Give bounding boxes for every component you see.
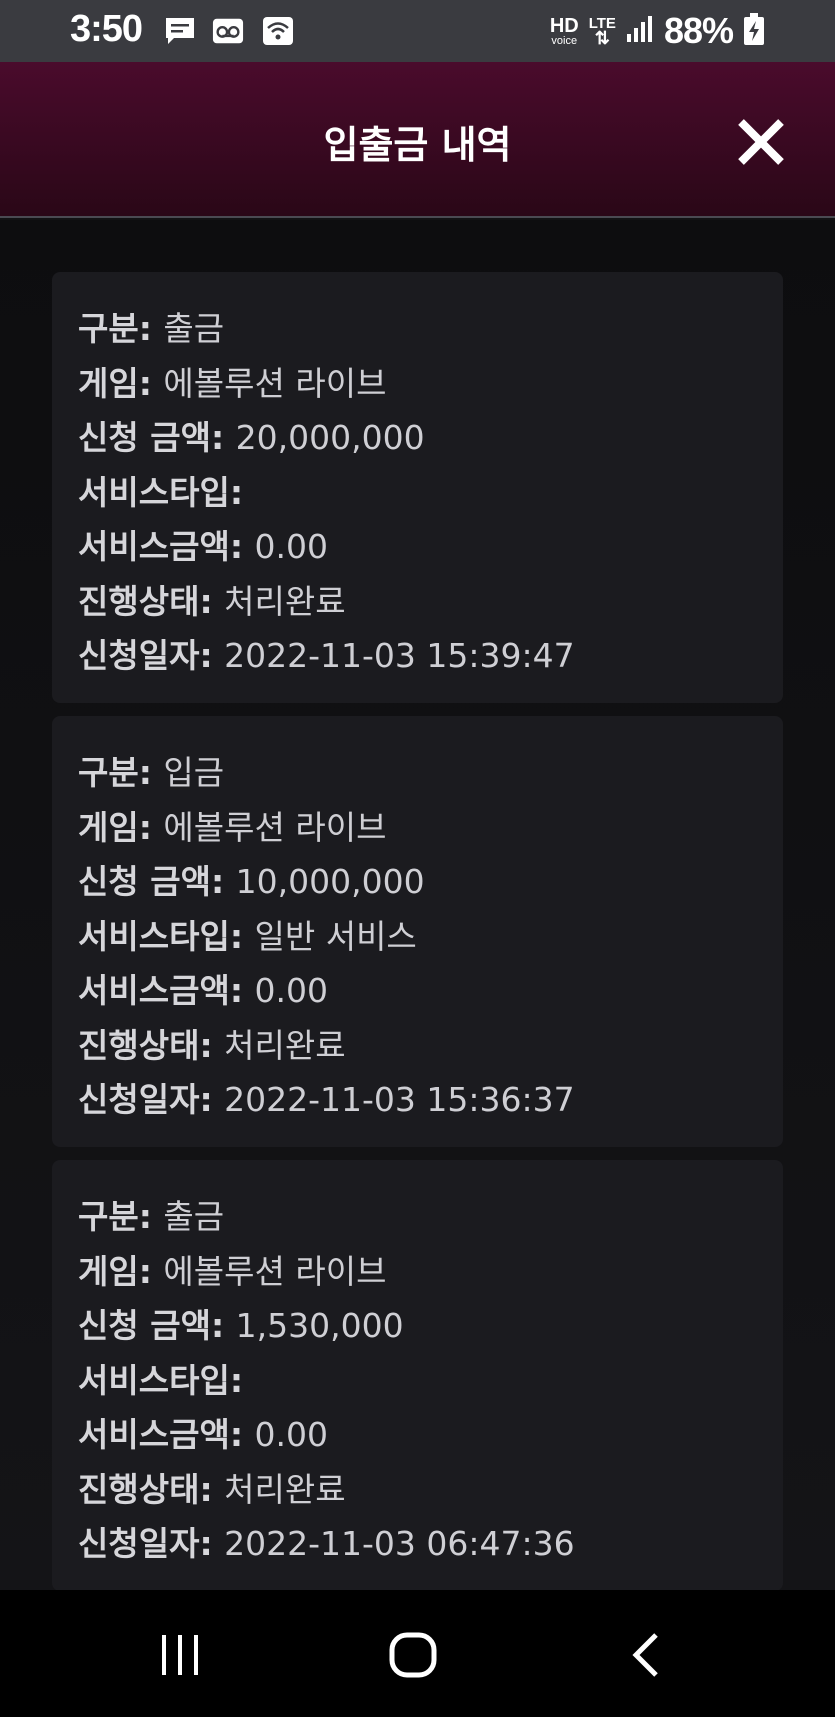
value-amount: 20,000,000 — [235, 418, 425, 457]
value-type: 출금 — [163, 1197, 225, 1236]
label-type: 구분 — [78, 753, 139, 792]
label-service-amount: 서비스금액 — [78, 1415, 230, 1454]
row-type: 구분: 입금 — [78, 753, 225, 792]
value-status: 처리완료 — [224, 1025, 346, 1065]
row-status: 진행상태: 처리완료 — [78, 1469, 346, 1509]
battery-charging-icon — [743, 12, 765, 50]
row-service-amount: 서비스금액: 0.00 — [78, 971, 328, 1010]
row-date: 신청일자: 2022-11-03 15:39:47 — [78, 636, 575, 675]
voicemail-icon — [212, 16, 244, 46]
label-date: 신청일자 — [78, 636, 200, 675]
value-service-type: 일반 서비스 — [254, 916, 417, 956]
hd-label: HD — [549, 14, 579, 37]
row-service-amount: 서비스금액: 0.00 — [78, 1415, 328, 1454]
status-right-icons: HD voice LTE ⇅ 88% — [550, 10, 765, 52]
lte-indicator: LTE ⇅ — [589, 16, 616, 47]
label-service-type: 서비스타입 — [78, 916, 230, 956]
row-amount: 신청 금액: 10,000,000 — [78, 862, 425, 901]
transaction-list[interactable]: 구분: 출금 게임: 에볼루션 라이브 신청 금액: 20,000,000 서비… — [0, 220, 835, 1590]
row-amount: 신청 금액: 20,000,000 — [78, 418, 425, 457]
value-service-amount: 0.00 — [254, 527, 328, 566]
wifi-calling-icon — [262, 16, 294, 46]
label-game: 게임 — [78, 1251, 139, 1291]
value-service-amount: 0.00 — [254, 971, 328, 1010]
system-nav-bar — [0, 1590, 835, 1717]
home-icon — [389, 1632, 437, 1678]
label-type: 구분 — [78, 309, 139, 348]
back-icon — [632, 1633, 658, 1677]
value-game: 에볼루션 라이브 — [163, 1251, 387, 1291]
row-game: 게임: 에볼루션 라이브 — [78, 1251, 387, 1291]
message-icon — [164, 16, 196, 46]
label-service-amount: 서비스금액 — [78, 971, 230, 1010]
row-date: 신청일자: 2022-11-03 06:47:36 — [78, 1524, 575, 1563]
label-date: 신청일자 — [78, 1524, 200, 1563]
row-service-type: 서비스타입: — [78, 472, 244, 512]
value-type: 출금 — [163, 309, 225, 348]
label-service-type: 서비스타입 — [78, 472, 230, 512]
transaction-card: 구분: 출금 게임: 에볼루션 라이브 신청 금액: 20,000,000 서비… — [52, 272, 783, 703]
label-amount: 신청 금액 — [78, 862, 211, 901]
label-service-amount: 서비스금액 — [78, 527, 230, 566]
page-title: 입출금 내역 — [323, 123, 512, 167]
close-button[interactable] — [735, 116, 787, 168]
row-game: 게임: 에볼루션 라이브 — [78, 807, 387, 847]
row-service-amount: 서비스금액: 0.00 — [78, 527, 328, 566]
status-time: 3:50 — [70, 8, 143, 50]
data-arrows-icon: ⇅ — [594, 27, 610, 48]
row-status: 진행상태: 처리완료 — [78, 581, 346, 621]
value-game: 에볼루션 라이브 — [163, 363, 387, 403]
label-amount: 신청 금액 — [78, 418, 211, 457]
label-game: 게임 — [78, 807, 139, 847]
label-amount: 신청 금액 — [78, 1306, 211, 1345]
value-date: 2022-11-03 15:39:47 — [224, 636, 575, 675]
label-service-type: 서비스타입 — [78, 1360, 230, 1400]
home-button[interactable] — [373, 1620, 453, 1690]
status-bar: 3:50 HD voice LTE ⇅ 88% — [0, 0, 835, 62]
label-status: 진행상태 — [78, 581, 200, 621]
value-status: 처리완료 — [224, 581, 346, 621]
value-date: 2022-11-03 06:47:36 — [224, 1524, 575, 1563]
transaction-card: 구분: 출금 게임: 에볼루션 라이브 신청 금액: 1,530,000 서비스… — [52, 1160, 783, 1590]
page-header: 입출금 내역 — [0, 62, 835, 218]
value-amount: 10,000,000 — [235, 862, 425, 901]
recent-apps-icon — [162, 1635, 198, 1675]
row-service-type: 서비스타입: 일반 서비스 — [78, 916, 417, 956]
value-amount: 1,530,000 — [235, 1306, 404, 1345]
value-date: 2022-11-03 15:36:37 — [224, 1080, 575, 1119]
row-game: 게임: 에볼루션 라이브 — [78, 363, 387, 403]
label-status: 진행상태 — [78, 1025, 200, 1065]
row-type: 구분: 출금 — [78, 309, 225, 348]
recent-apps-button[interactable] — [140, 1620, 220, 1690]
row-date: 신청일자: 2022-11-03 15:36:37 — [78, 1080, 575, 1119]
hd-voice-indicator: HD voice — [550, 16, 579, 47]
back-button[interactable] — [606, 1620, 686, 1690]
label-date: 신청일자 — [78, 1080, 200, 1119]
value-game: 에볼루션 라이브 — [163, 807, 387, 847]
row-status: 진행상태: 처리완료 — [78, 1025, 346, 1065]
close-icon — [738, 119, 784, 165]
label-status: 진행상태 — [78, 1469, 200, 1509]
transaction-card: 구분: 입금 게임: 에볼루션 라이브 신청 금액: 10,000,000 서비… — [52, 716, 783, 1147]
value-service-amount: 0.00 — [254, 1415, 328, 1454]
value-status: 처리완료 — [224, 1469, 346, 1509]
label-type: 구분 — [78, 1197, 139, 1236]
row-service-type: 서비스타입: — [78, 1360, 244, 1400]
signal-icon — [626, 14, 654, 48]
voice-label: voice — [551, 34, 578, 47]
value-type: 입금 — [163, 753, 225, 792]
row-type: 구분: 출금 — [78, 1197, 225, 1236]
row-amount: 신청 금액: 1,530,000 — [78, 1306, 404, 1345]
label-game: 게임 — [78, 363, 139, 403]
battery-percent: 88% — [663, 10, 734, 51]
